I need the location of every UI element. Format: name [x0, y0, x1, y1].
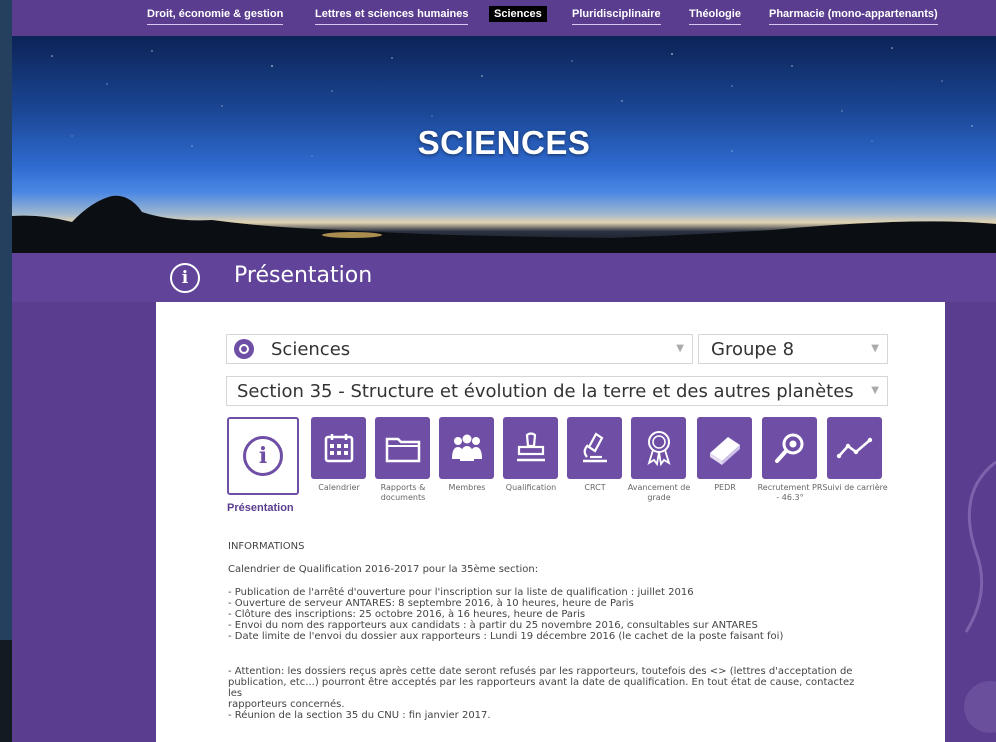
tile-suivi-carriere[interactable]: Suivi de carrière: [822, 417, 890, 493]
tile-label: Qualification: [505, 483, 557, 492]
discipline-select[interactable]: Sciences ▼: [226, 334, 693, 364]
book-icon: [709, 437, 740, 465]
tile-rapports[interactable]: Rapports & documents: [375, 417, 438, 503]
calendar-icon: [324, 434, 353, 463]
search-icon: [774, 433, 803, 463]
tile-label: CRCT: [584, 483, 606, 492]
chevron-down-icon: ▼: [676, 343, 684, 354]
tile-qualification-box: [503, 417, 558, 479]
tile-label: Suivi de carrière: [822, 483, 888, 492]
chevron-down-icon: ▼: [871, 385, 879, 396]
tile-rapports-box: [375, 417, 430, 479]
tile-label: Calendrier: [318, 483, 360, 492]
tile-crct[interactable]: CRCT: [567, 417, 630, 493]
nav-item-lettres[interactable]: Lettres et sciences humaines: [315, 8, 469, 25]
attention-line: publication, etc...) pourront être accep…: [228, 677, 855, 699]
list-item: - Date limite de l'envoi du dossier aux …: [228, 631, 784, 642]
tile-pedr[interactable]: PEDR: [697, 417, 760, 493]
tile-label: Recrutement PR - 46.3°: [757, 483, 823, 502]
tile-membres-box: [439, 417, 494, 479]
info-icon: i: [170, 263, 200, 293]
tile-recrutement[interactable]: Recrutement PR - 46.3°: [758, 417, 825, 503]
nav-item-pharmacie[interactable]: Pharmacie (mono-appartenants): [769, 8, 938, 25]
tile-label: Rapports & documents: [380, 483, 426, 502]
globe-icon: [234, 339, 254, 359]
attention-line: rapporteurs concernés.: [228, 699, 345, 710]
section-select-value: Section 35 - Structure et évolution de l…: [237, 381, 854, 402]
list-item: - Clôture des inscriptions: 25 octobre 2…: [228, 609, 586, 620]
nav-item-sciences[interactable]: Sciences: [489, 6, 547, 22]
tile-label: Membres: [448, 483, 486, 492]
award-icon: [646, 431, 671, 467]
left-edge-dark: [0, 640, 12, 742]
tile-presentation[interactable]: i Présentation: [227, 417, 317, 514]
discipline-nav: Droit, économie & gestion Lettres et sci…: [12, 0, 996, 36]
discipline-select-value: Sciences: [271, 339, 351, 360]
tile-label: PEDR: [714, 483, 736, 492]
list-item: - Publication de l'arrêté d'ouverture po…: [228, 587, 694, 598]
nav-item-droit[interactable]: Droit, économie & gestion: [147, 8, 284, 25]
attention-line: - Attention: les dossiers reçus après ce…: [228, 666, 853, 677]
nav-item-pluridisciplinaire[interactable]: Pluridisciplinaire: [572, 8, 661, 25]
tile-presentation-box: i: [227, 417, 299, 495]
left-edge: [0, 0, 12, 742]
tile-pedr-box: [697, 417, 752, 479]
microscope-icon: [582, 432, 607, 463]
tile-membres[interactable]: Membres: [439, 417, 502, 493]
tile-avancement-box: [631, 417, 686, 479]
hero-banner: SCIENCES: [12, 36, 996, 253]
section-select[interactable]: Section 35 - Structure et évolution de l…: [226, 376, 888, 406]
tile-avancement[interactable]: Avancement de grade: [628, 417, 694, 503]
tile-crct-box: [567, 417, 622, 479]
tile-label: Présentation: [227, 502, 294, 514]
tile-calendrier[interactable]: Calendrier: [311, 417, 374, 493]
calendar-list: - Publication de l'arrêté d'ouverture po…: [228, 587, 868, 642]
informations-content: INFORMATIONS Calendrier de Qualification…: [228, 541, 868, 721]
list-item: - Envoi du nom des rapporteurs aux candi…: [228, 620, 758, 631]
people-icon: [451, 434, 482, 461]
attention-note: - Attention: les dossiers reçus après ce…: [228, 666, 868, 721]
groupe-select-value: Groupe 8: [711, 339, 795, 360]
stamp-icon: [516, 432, 545, 462]
informations-heading: INFORMATIONS: [228, 541, 305, 552]
groupe-select[interactable]: Groupe 8 ▼: [698, 334, 888, 364]
hero-title: SCIENCES: [417, 124, 591, 161]
folder-icon: [385, 437, 420, 463]
tile-suivi-carriere-box: [827, 417, 882, 479]
trend-icon: [836, 437, 872, 459]
chevron-down-icon: ▼: [871, 343, 879, 354]
tile-qualification[interactable]: Qualification: [503, 417, 566, 493]
calendar-intro: Calendrier de Qualification 2016-2017 po…: [228, 564, 539, 575]
main-panel: Sciences ▼ Groupe 8 ▼ Section 35 - Struc…: [156, 302, 945, 742]
nav-item-theologie[interactable]: Théologie: [689, 8, 741, 25]
info-icon: i: [243, 436, 283, 476]
decorative-swirl: [964, 460, 996, 733]
list-item: - Ouverture de serveur ANTARES: 8 septem…: [228, 598, 634, 609]
tile-recrutement-box: [762, 417, 817, 479]
section-title: Présentation: [234, 263, 373, 288]
tile-calendrier-box: [311, 417, 366, 479]
tile-label: Avancement de grade: [627, 483, 691, 502]
section-header: i Présentation: [12, 253, 996, 302]
attention-line: - Réunion de la section 35 du CNU : fin …: [228, 710, 491, 721]
